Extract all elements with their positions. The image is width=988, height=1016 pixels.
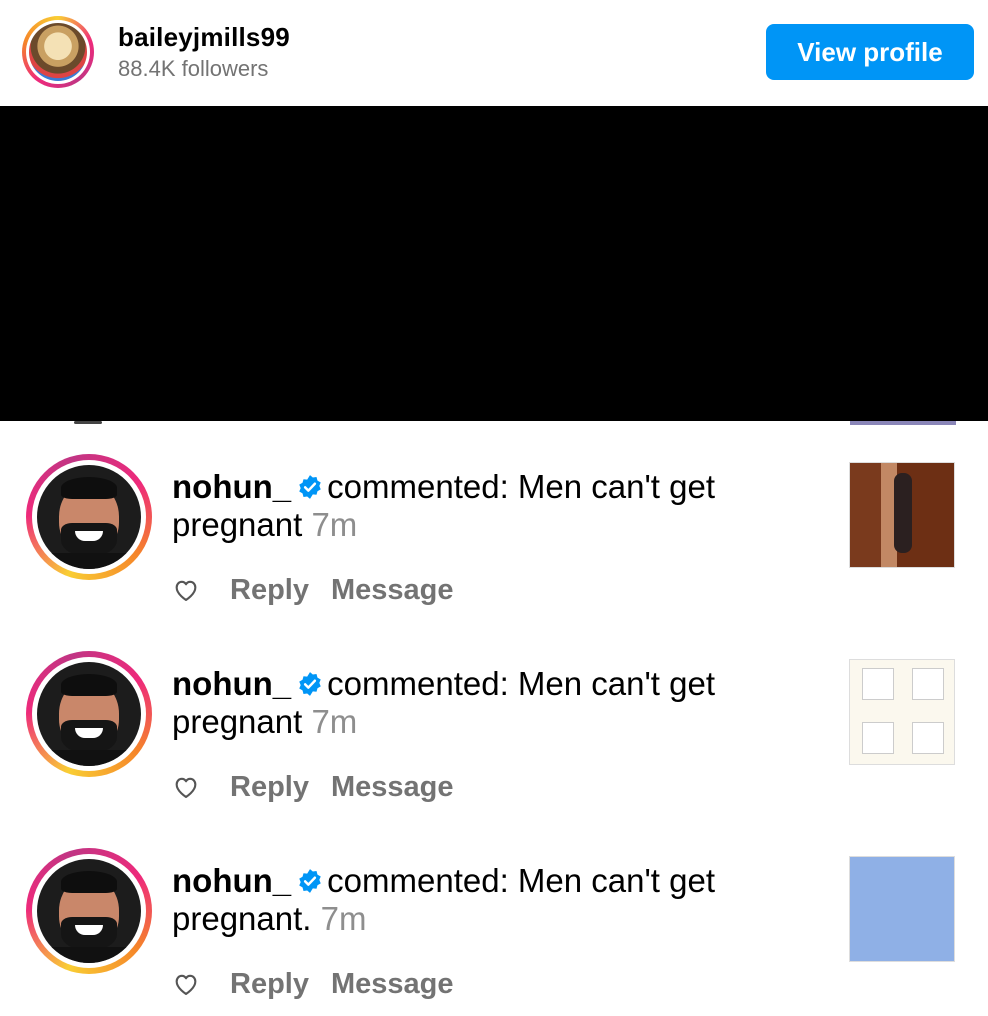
timestamp: 7m [320,900,367,937]
comment-text-end: pregnant. [172,900,312,937]
cropped-thumbnail-fragment [850,421,956,425]
verified-badge-icon [299,672,321,696]
commenter-avatar[interactable] [26,848,152,974]
avatar-image [37,859,141,963]
cropped-item-fragment [74,421,102,424]
verified-badge-icon [299,869,321,893]
notification-item: nohun_ commented: Men can't get pregnant.… [0,848,988,1008]
reply-button[interactable]: Reply [230,968,309,1001]
commenter-username[interactable]: nohun_ [172,862,291,899]
post-thumbnail[interactable] [849,462,955,568]
reply-button[interactable]: Reply [230,771,309,804]
timestamp: 7m [311,506,358,543]
avatar-image [37,662,141,766]
heart-icon[interactable] [172,773,200,801]
commenter-avatar[interactable] [26,454,152,580]
comment-text: commented: Men can't get [327,665,715,702]
notification-text-cont: pregnant. 7m [172,900,366,938]
avatar-image [29,23,87,81]
notification-text: nohun_ commented: Men can't get [172,665,715,703]
notification-actions: Reply Message [172,966,476,1002]
notification-text-cont: pregnant 7m [172,703,357,741]
notification-item: nohun_ commented: Men can't get pregnant … [0,454,988,614]
view-profile-button[interactable]: View profile [766,24,974,80]
commenter-avatar[interactable] [26,651,152,777]
follower-count: 88.4K followers [118,56,269,81]
reply-button[interactable]: Reply [230,574,309,607]
notification-text: nohun_ commented: Men can't get [172,468,715,506]
profile-username[interactable]: baileyjmills99 [118,22,290,53]
notification-text: nohun_ commented: Men can't get [172,862,715,900]
verified-badge-icon [299,475,321,499]
redacted-block [0,106,988,421]
notification-actions: Reply Message [172,769,476,805]
commenter-username[interactable]: nohun_ [172,468,291,505]
message-button[interactable]: Message [331,968,454,1001]
timestamp: 7m [311,703,358,740]
heart-icon[interactable] [172,576,200,604]
comment-text-end: pregnant [172,506,303,543]
profile-avatar[interactable] [22,16,94,88]
message-button[interactable]: Message [331,771,454,804]
comment-text: commented: Men can't get [327,862,715,899]
notification-text-cont: pregnant 7m [172,506,357,544]
avatar-image [37,465,141,569]
notification-actions: Reply Message [172,572,476,608]
embed-header: baileyjmills99 88.4K followers View prof… [0,0,988,106]
notification-item: nohun_ commented: Men can't get pregnant … [0,651,988,811]
comment-text: commented: Men can't get [327,468,715,505]
message-button[interactable]: Message [331,574,454,607]
comment-text-end: pregnant [172,703,303,740]
heart-icon[interactable] [172,970,200,998]
post-thumbnail[interactable] [849,659,955,765]
post-thumbnail[interactable] [849,856,955,962]
commenter-username[interactable]: nohun_ [172,665,291,702]
